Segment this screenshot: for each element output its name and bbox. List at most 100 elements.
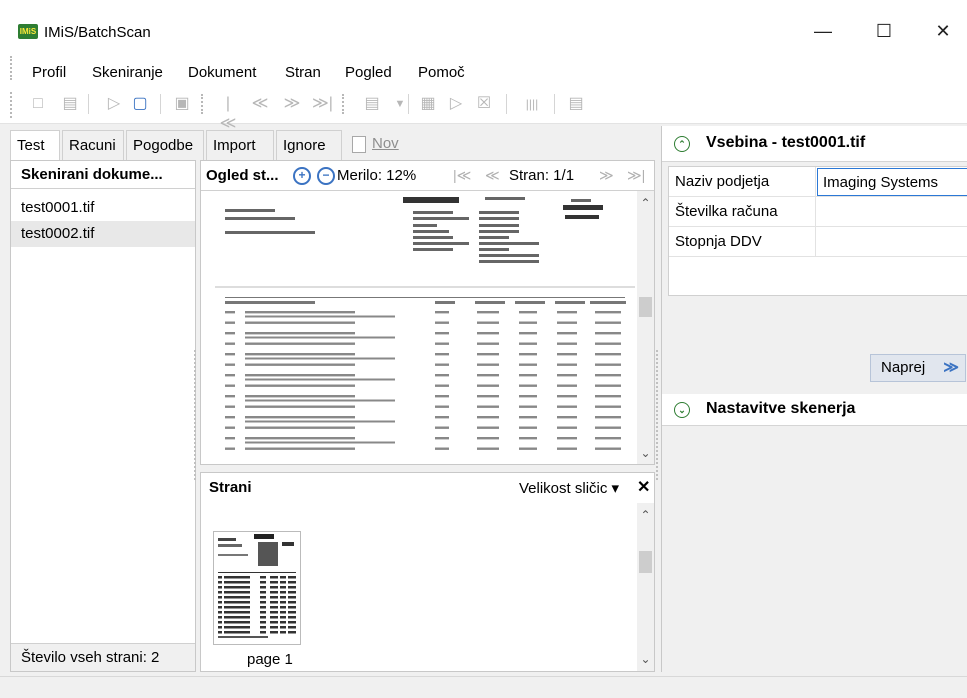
tab-pogodbe[interactable]: Pogodbe xyxy=(126,130,204,160)
new-document-icon[interactable]: □ xyxy=(28,94,48,114)
menu-dokument[interactable]: Dokument xyxy=(188,64,256,81)
page-count-footer: Število vseh strani: 2 xyxy=(11,643,195,671)
last-page-icon[interactable]: ≫| xyxy=(627,167,645,184)
status-bar xyxy=(0,676,967,698)
menu-profil[interactable]: Profil xyxy=(32,64,66,81)
tab-new[interactable]: Nov xyxy=(348,130,399,160)
properties-icon[interactable]: ▤ xyxy=(60,94,80,114)
naprej-label: Naprej xyxy=(881,359,926,376)
vertical-splitter[interactable] xyxy=(656,350,659,480)
prev-page-icon[interactable]: ≪ xyxy=(250,94,270,114)
stevilka-racuna-input[interactable] xyxy=(817,197,967,227)
property-row: Številka računa xyxy=(669,197,967,227)
scan-icon[interactable]: ▤ xyxy=(362,94,382,114)
title-bar: IMiS IMiS/BatchScan — ☐ ✕ xyxy=(0,0,967,46)
save-icon[interactable]: ▣ xyxy=(172,94,192,114)
list-item[interactable]: test0002.tif xyxy=(11,221,195,247)
toolbar-separator xyxy=(554,94,555,114)
thumbnail-size-dropdown[interactable]: Velikost sličic ▾ xyxy=(519,479,619,497)
close-button[interactable]: ✕ xyxy=(920,16,966,46)
prev-page-icon[interactable]: ≪ xyxy=(485,167,500,184)
toolbar-separator xyxy=(160,94,161,114)
window-title: IMiS/BatchScan xyxy=(44,24,151,41)
collapse-icon[interactable]: ⌃ xyxy=(674,136,690,152)
zoom-in-icon[interactable]: + xyxy=(293,167,311,185)
scanned-documents-header[interactable]: Skenirani dokume... xyxy=(11,161,195,189)
toolbar-separator xyxy=(88,94,89,114)
right-panel: ⌃ Vsebina - test0001.tif Naziv podjetja … xyxy=(661,126,967,672)
toolbar-grip[interactable] xyxy=(10,92,13,118)
tab-racuni[interactable]: Racuni xyxy=(62,130,124,160)
barcode-icon[interactable]: |||| xyxy=(522,94,542,114)
menu-bar: Profil Skeniranje Dokument Stran Pogled … xyxy=(0,46,967,84)
toolbar-separator xyxy=(408,94,409,114)
stopnja-ddv-input[interactable] xyxy=(817,227,967,257)
property-row: Naziv podjetja xyxy=(669,167,967,197)
next-page-icon[interactable]: ≫ xyxy=(282,94,302,114)
properties-spacer xyxy=(669,257,967,295)
invoice-page-image xyxy=(215,197,635,459)
first-page-icon[interactable]: |≪ xyxy=(453,167,471,184)
nastavitve-section-header[interactable]: ⌄ Nastavitve skenerja xyxy=(662,394,967,426)
app-logo-icon: IMiS xyxy=(18,24,38,39)
page-preview-panel: Ogled st... + − Merilo: 12% |≪ ≪ Stran: … xyxy=(200,160,655,465)
menu-pomoc[interactable]: Pomoč xyxy=(418,64,465,81)
menu-pogled[interactable]: Pogled xyxy=(345,64,392,81)
menu-skeniranje[interactable]: Skeniranje xyxy=(92,64,163,81)
naziv-podjetja-input[interactable] xyxy=(817,168,967,196)
page-thumbnail[interactable] xyxy=(213,531,301,645)
property-label: Številka računa xyxy=(675,203,778,220)
thumbnail-label: page 1 xyxy=(247,651,293,668)
tab-ignore[interactable]: Ignore xyxy=(276,130,342,160)
menu-stran[interactable]: Stran xyxy=(285,64,321,81)
first-page-icon[interactable]: |≪ xyxy=(218,94,238,132)
move-page-icon[interactable]: ▷ xyxy=(446,94,466,114)
property-row: Stopnja DDV xyxy=(669,227,967,257)
scroll-thumb[interactable] xyxy=(639,297,652,317)
scroll-up-icon[interactable]: ⌃ xyxy=(637,507,654,524)
tab-test[interactable]: Test xyxy=(10,130,60,160)
naprej-button[interactable]: Naprej ≫ xyxy=(870,354,966,382)
next-page-icon[interactable]: ≫ xyxy=(599,167,614,184)
menu-grip[interactable] xyxy=(10,56,13,80)
stop-icon[interactable]: ▢ xyxy=(130,94,150,114)
toolbar: □ ▤ ▷ ▢ ▣ |≪ ≪ ≫ ≫| ▤ ▼ ▦ ▷ ☒ |||| ▤ xyxy=(0,84,967,132)
page-indicator: Stran: 1/1 xyxy=(509,167,575,184)
nastavitve-header-label: Nastavitve skenerja xyxy=(706,400,856,417)
double-chevron-right-icon: ≫ xyxy=(943,359,959,376)
expand-icon[interactable]: ⌄ xyxy=(674,402,690,418)
minimize-button[interactable]: — xyxy=(800,16,846,46)
delete-page-icon[interactable]: ☒ xyxy=(474,94,494,114)
thumbnails-scrollbar[interactable]: ⌃ ⌄ xyxy=(637,503,654,671)
list-icon[interactable]: ▤ xyxy=(566,94,586,114)
toolbar-grip xyxy=(201,94,204,114)
thumbnails-title: Strani xyxy=(209,479,252,496)
maximize-button[interactable]: ☐ xyxy=(861,16,907,46)
divider xyxy=(815,167,816,197)
property-label: Stopnja DDV xyxy=(675,233,762,250)
list-item[interactable]: test0001.tif xyxy=(11,195,195,221)
vsebina-section-header[interactable]: ⌃ Vsebina - test0001.tif xyxy=(662,126,967,162)
scanned-documents-panel: Skenirani dokume... test0001.tif test000… xyxy=(10,160,196,672)
scroll-up-icon[interactable]: ⌃ xyxy=(637,195,654,212)
preview-toolbar: Ogled st... + − Merilo: 12% |≪ ≪ Stran: … xyxy=(201,161,654,191)
scroll-down-icon[interactable]: ⌄ xyxy=(637,651,654,668)
scroll-down-icon[interactable]: ⌄ xyxy=(637,445,654,462)
play-icon[interactable]: ▷ xyxy=(104,94,124,114)
preview-scrollbar[interactable]: ⌃ ⌄ xyxy=(637,191,654,464)
toolbar-grip xyxy=(342,94,345,114)
dropdown-chevron-icon[interactable]: ▼ xyxy=(390,94,410,114)
zoom-out-icon[interactable]: − xyxy=(317,167,335,185)
new-document-icon xyxy=(352,136,366,153)
vertical-splitter[interactable] xyxy=(194,350,197,480)
last-page-icon[interactable]: ≫| xyxy=(312,94,333,114)
copy-page-icon[interactable]: ▦ xyxy=(418,94,438,114)
tab-new-label: Nov xyxy=(372,135,399,152)
scroll-thumb[interactable] xyxy=(639,551,652,573)
tab-import[interactable]: Import xyxy=(206,130,274,160)
vsebina-header-label: Vsebina - test0001.tif xyxy=(706,134,866,151)
zoom-level: Merilo: 12% xyxy=(337,167,417,184)
close-panel-icon[interactable]: ✕ xyxy=(637,477,650,497)
property-label: Naziv podjetja xyxy=(675,173,770,190)
toolbar-separator xyxy=(506,94,507,114)
